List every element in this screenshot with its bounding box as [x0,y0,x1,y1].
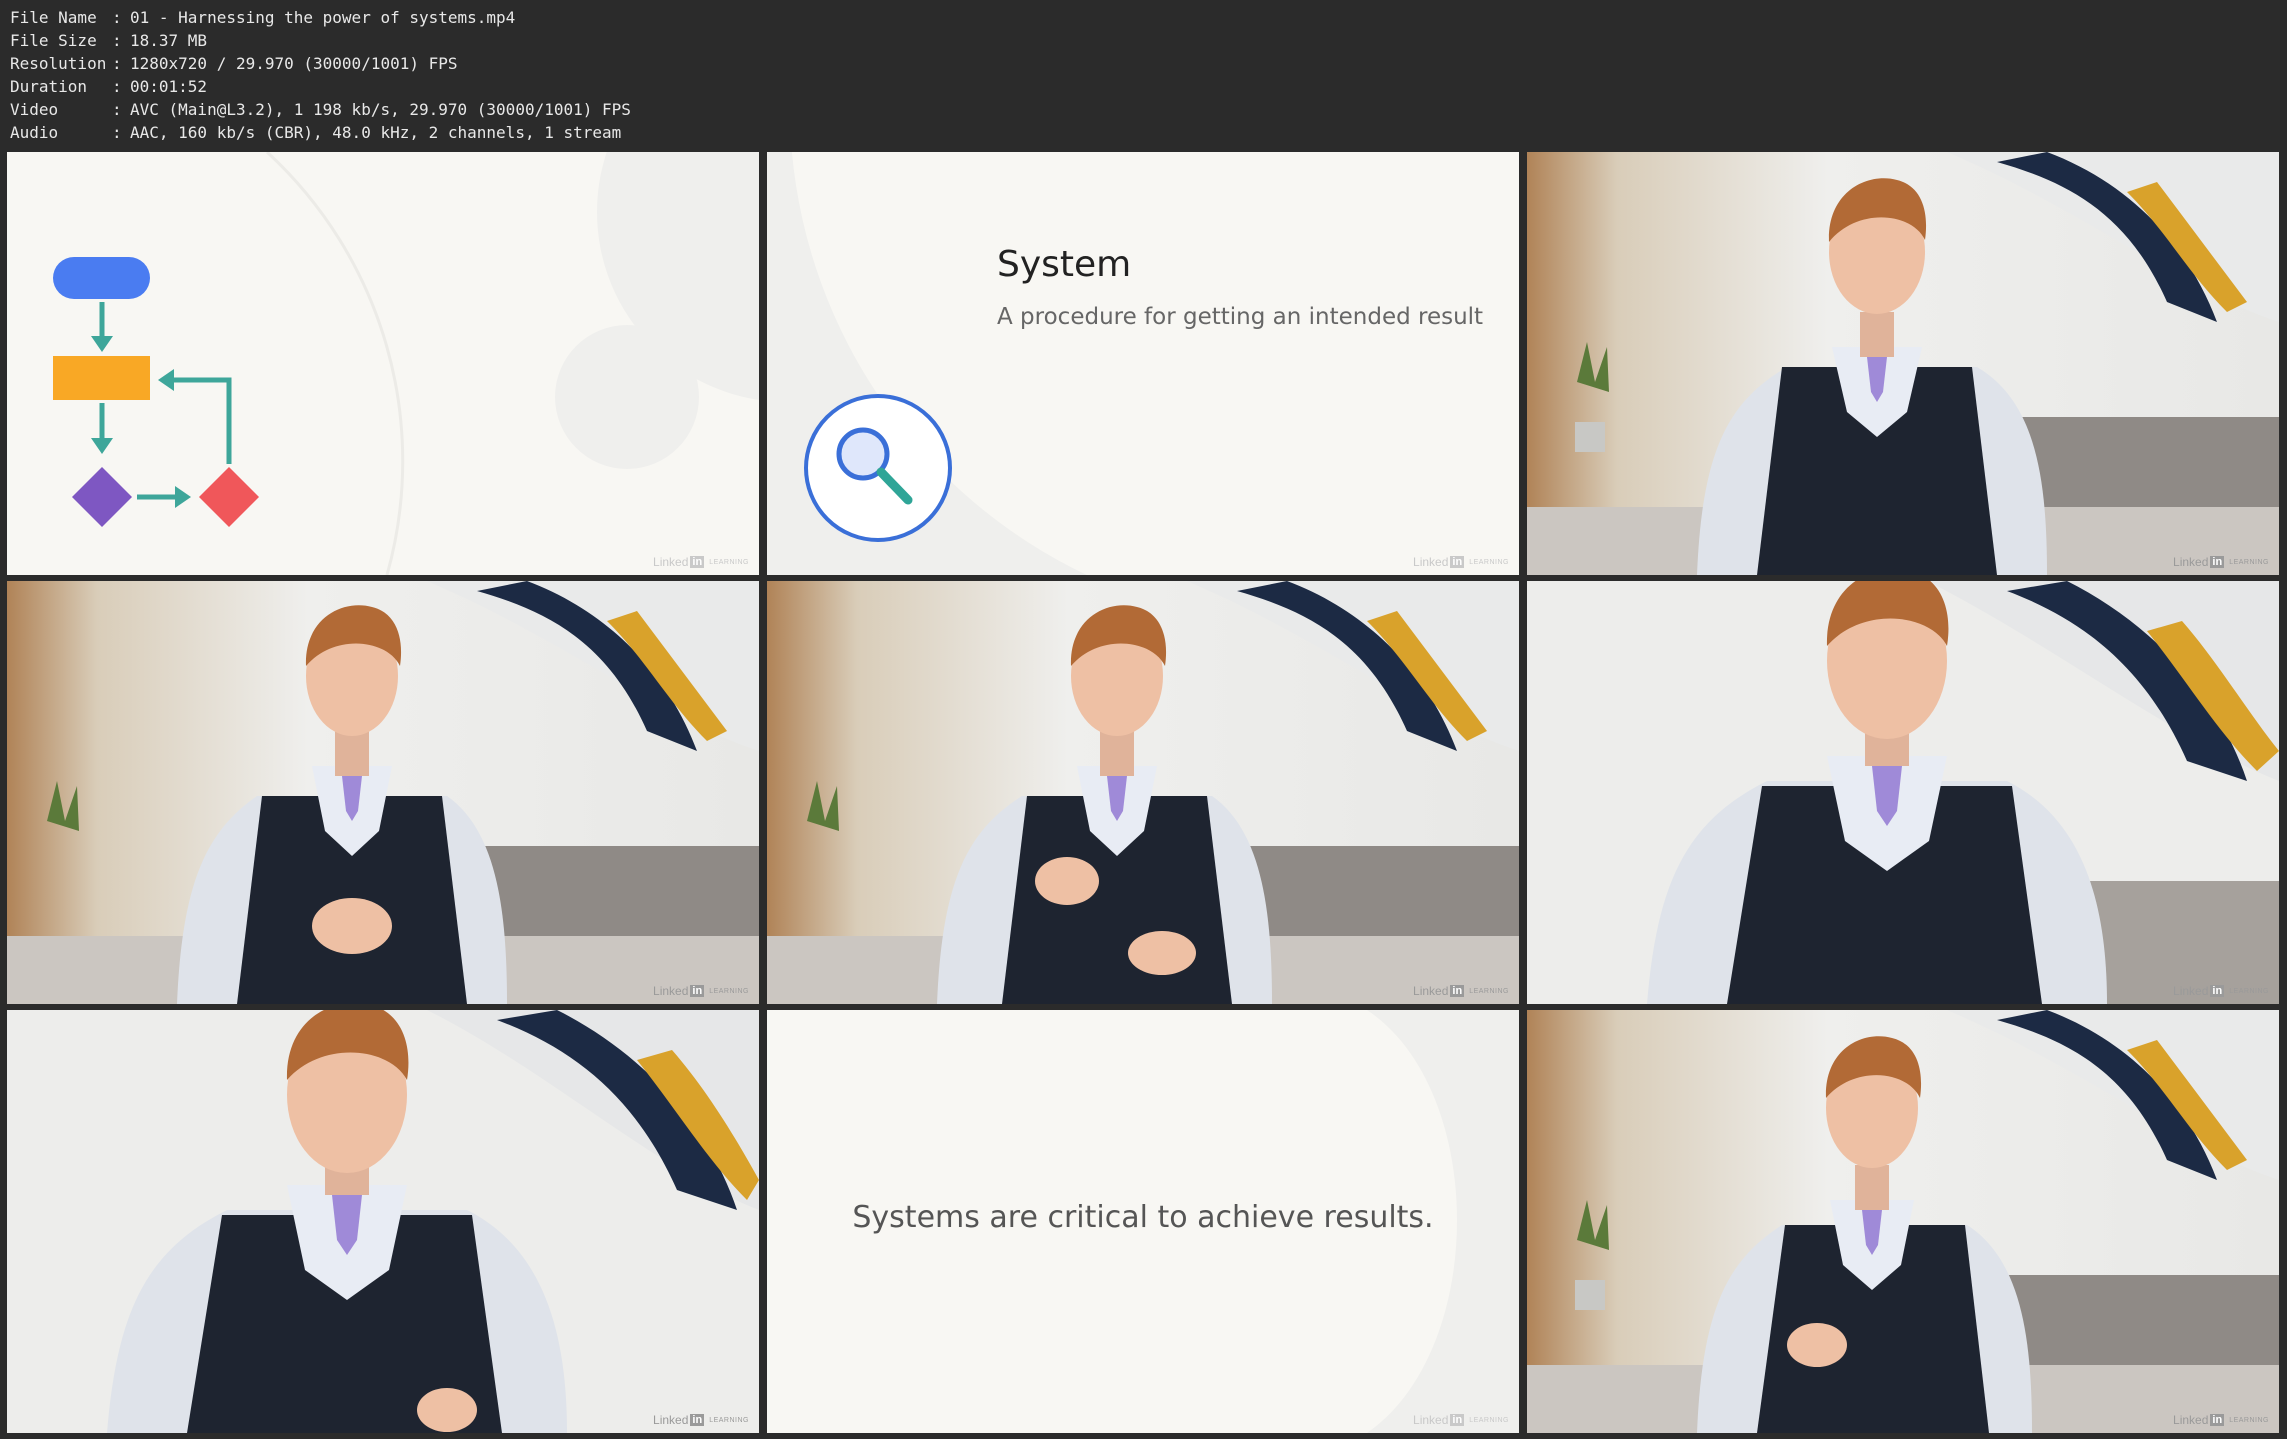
presenter-video-frame [1527,581,2279,1004]
presenter-video-frame [7,1010,759,1433]
thumbnail-flowchart-slide[interactable]: Linked in LEARNING [7,152,759,575]
thumbnail-presenter-frame[interactable]: Linked in LEARNING [7,581,759,1004]
thumbnail-presenter-frame[interactable]: Linked in LEARNING [767,581,1519,1004]
flow-decision-shape-b [199,467,259,527]
linkedin-learning-watermark: Linked in LEARNING [1413,1413,1509,1427]
slide-quote-text: Systems are critical to achieve results. [852,1200,1434,1235]
linkedin-learning-watermark: Linked in LEARNING [653,555,749,569]
slide-title: System [997,244,1132,285]
thumbnail-quote-slide[interactable]: Systems are critical to achieve results.… [767,1010,1519,1433]
linkedin-learning-watermark: Linked in LEARNING [2173,1413,2269,1427]
presenter-video-frame [1527,152,2279,575]
linkedin-learning-watermark: Linked in LEARNING [653,1413,749,1427]
thumbnail-presenter-frame[interactable]: Linked in LEARNING [1527,1010,2279,1433]
linkedin-learning-watermark: Linked in LEARNING [2173,984,2269,998]
thumbnail-presenter-frame[interactable]: Linked in LEARNING [1527,581,2279,1004]
presenter-video-frame [767,581,1519,1004]
thumbnail-presenter-frame[interactable]: Linked in LEARNING [7,1010,759,1433]
flow-process-shape [53,356,150,400]
linkedin-learning-watermark: Linked in LEARNING [1413,555,1509,569]
linkedin-learning-watermark: Linked in LEARNING [653,984,749,998]
thumbnail-presenter-frame[interactable]: Linked in LEARNING [1527,152,2279,575]
linkedin-learning-watermark: Linked in LEARNING [2173,555,2269,569]
thumbnail-grid: Linked in LEARNING System A procedure for … [0,0,2287,1439]
presenter-video-frame [1527,1010,2279,1433]
presenter-video-frame [7,581,759,1004]
linkedin-learning-watermark: Linked in LEARNING [1413,984,1509,998]
flow-decision-shape-a [72,467,132,527]
slide-subtitle: A procedure for getting an intended resu… [997,304,1484,330]
magnifier-icon [804,394,952,542]
flow-start-shape [53,257,150,299]
flowchart-illustration [53,152,759,575]
thumbnail-system-slide[interactable]: System A procedure for getting an intend… [767,152,1519,575]
